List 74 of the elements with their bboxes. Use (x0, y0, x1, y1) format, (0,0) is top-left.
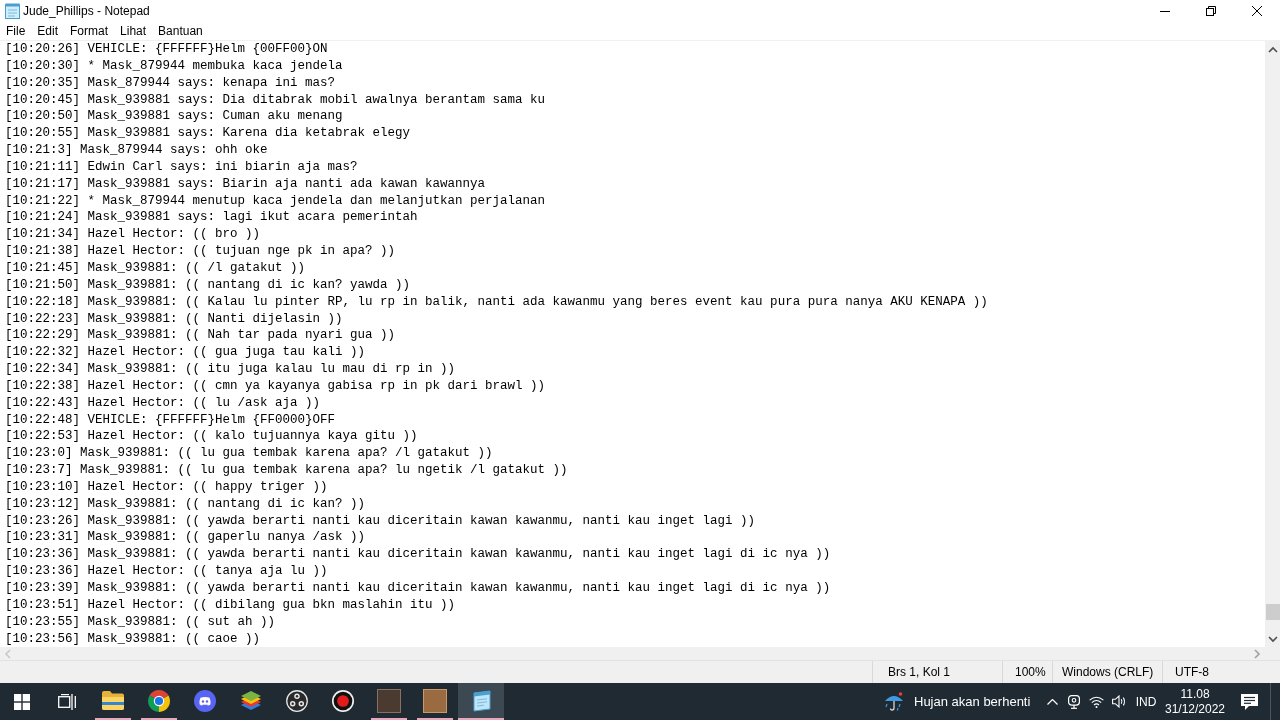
zoom-level: 100% (1015, 664, 1046, 681)
text-line: [10:23:0] Mask_939881: (( lu gua tembak karena apa? /l gatakut )) (5, 445, 493, 463)
chrome-logo-icon (148, 689, 170, 712)
input-language-button[interactable]: IND (1130, 683, 1162, 720)
text-line: [10:20:26] VEHICLE: {FFFFFF}Helm {00FF00}ON (5, 41, 328, 58)
notepad-icon (470, 689, 492, 712)
menu-item[interactable]: File (0, 22, 32, 40)
menu-item[interactable]: Bantuan (152, 22, 209, 40)
restore-icon (1206, 6, 1216, 16)
umbrella-rain-icon (884, 691, 904, 712)
text-line: [10:21:22] * Mask_879944 menutup kaca jendela dan melanjutkan perjalanan (5, 192, 546, 210)
text-line: [10:22:38] Hazel Hector: (( cmn ya kayanya gabisa rp in pk dari brawl )) (5, 377, 546, 395)
stacked-layers-icon (240, 690, 262, 711)
menu-item[interactable]: Edit (31, 22, 65, 40)
scroll-up-icon[interactable] (1267, 45, 1278, 54)
text-line: [10:21:34] Hazel Hector: (( bro )) (5, 226, 261, 244)
notepad-icon (5, 3, 20, 19)
text-line: [10:21:38] Hazel Hector: (( tujuan nge pk in apa? )) (5, 243, 396, 260)
text-line: [10:20:50] Mask_939881 says: Cuman aku menang (5, 108, 343, 126)
cursor-position: Brs 1, Kol 1 (888, 664, 951, 681)
scrollbar-thumb[interactable] (1265, 604, 1280, 620)
text-line: [10:23:55] Mask_939881: (( sut ah )) (5, 613, 276, 631)
wifi-icon (1088, 695, 1104, 708)
text-line: [10:21:50] Mask_939881: (( nantang di ic kan? yawda )) (5, 276, 411, 294)
text-line: [10:23:31] Mask_939881: (( gaperlu nanya /ask )) (5, 529, 366, 547)
folder-icon (102, 691, 124, 710)
text-line: [10:22:48] VEHICLE: {FFFFFF}Helm {FF0000}OFF (5, 411, 336, 429)
webcam-icon (1068, 694, 1080, 709)
task-view-icon (58, 693, 76, 710)
menu-item[interactable]: Format (64, 22, 115, 40)
text-line: [10:23:10] Hazel Hector: (( happy triger )) (5, 478, 328, 496)
menu-item[interactable]: Lihat (114, 22, 153, 40)
taskbar-app[interactable] (458, 683, 504, 720)
text-line: [10:22:23] Mask_939881: (( Nanti dijelasin )) (5, 310, 343, 328)
text-line: [10:21:17] Mask_939881 says: Biarin aja nanti ada kawan kawannya (5, 175, 486, 193)
photo-placeholder-icon (377, 688, 401, 713)
text-line: [10:23:51] Hazel Hector: (( dibilang gua bkn maslahin itu )) (5, 596, 456, 614)
text-line: [10:23:39] Mask_939881: (( yawda berarti nanti kau diceritain kawan kawanmu, nanti kau inget lagi di ic nya )) (5, 580, 831, 597)
text-line: [10:21:45] Mask_939881: (( /l gatakut )) (5, 259, 306, 277)
text-line: [10:22:34] Mask_939881: (( itu juga kalau lu mau di rp in )) (5, 361, 456, 378)
text-line: [10:23:26] Mask_939881: (( yawda berarti nanti kau diceritain kawan kawanmu, nanti kau inget lagi )) (5, 512, 756, 530)
clock-button[interactable]: 11.08 31/12/2022 (1162, 683, 1228, 720)
text-line: [10:23:12] Mask_939881: (( nantang di ic kan? )) (5, 495, 366, 513)
text-line: [10:20:30] * Mask_879944 membuka kaca jendela (5, 57, 343, 75)
text-line: [10:21:11] Edwin Carl says: ini biarin aja mas? (5, 158, 358, 176)
photo-placeholder-icon (423, 688, 447, 713)
text-line: [10:23:7] Mask_939881: (( lu gua tembak karena apa? lu ngetik /l gatakut )) (5, 462, 568, 479)
text-line: [10:20:45] Mask_939881 says: Dia ditabrak mobil awalnya berantam sama ku (5, 91, 546, 109)
text-line: [10:21:3] Mask_879944 says: ohh oke (5, 142, 268, 159)
speaker-icon (1111, 695, 1127, 708)
chevron-up-icon (1046, 698, 1058, 705)
text-line: [10:20:35] Mask_879944 says: kenapa ini mas? (5, 74, 336, 92)
text-line: [10:21:24] Mask_939881 says: lagi ikut acara pemerintah (5, 209, 418, 227)
window-title: Jude_Phillips - Notepad (23, 3, 150, 19)
discord-logo-icon (194, 689, 216, 712)
text-line: [10:22:53] Hazel Hector: (( kalo tujuannya kaya gitu )) (5, 428, 418, 446)
text-line: [10:22:43] Hazel Hector: (( lu /ask aja )) (5, 394, 321, 412)
text-line: [10:22:29] Mask_939881: (( Nah tar pada nyari gua )) (5, 327, 396, 345)
line-ending: Windows (CRLF) (1062, 664, 1154, 681)
text-line: [10:22:18] Mask_939881: (( Kalau lu pinter RP, lu rp in balik, nanti ada kawanmu yang beres event kau pura pura nanya AKU KENAPA )) (5, 293, 988, 311)
record-icon (332, 689, 354, 712)
text-line: [10:23:36] Mask_939881: (( yawda berarti nanti kau diceritain kawan kawanmu, nanti kau inget lagi di ic nya )) (5, 546, 831, 564)
close-icon (1252, 6, 1262, 16)
text-line: [10:23:36] Hazel Hector: (( tanya aja lu )) (5, 563, 328, 580)
minimize-icon (1160, 10, 1170, 12)
weather-widget[interactable]: Hujan akan berhenti (880, 683, 1040, 720)
encoding: UTF-8 (1175, 664, 1209, 681)
notification-icon (1240, 693, 1258, 710)
obs-logo-icon (286, 689, 308, 712)
text-line: [10:20:55] Mask_939881 says: Karena dia ketabrak elegy (5, 125, 411, 143)
windows-logo-icon (14, 693, 30, 710)
text-line: [10:23:56] Mask_939881: (( caoe )) (5, 630, 261, 647)
text-line: [10:22:32] Hazel Hector: (( gua juga tau kali )) (5, 344, 366, 362)
scroll-down-icon[interactable] (1267, 634, 1278, 643)
